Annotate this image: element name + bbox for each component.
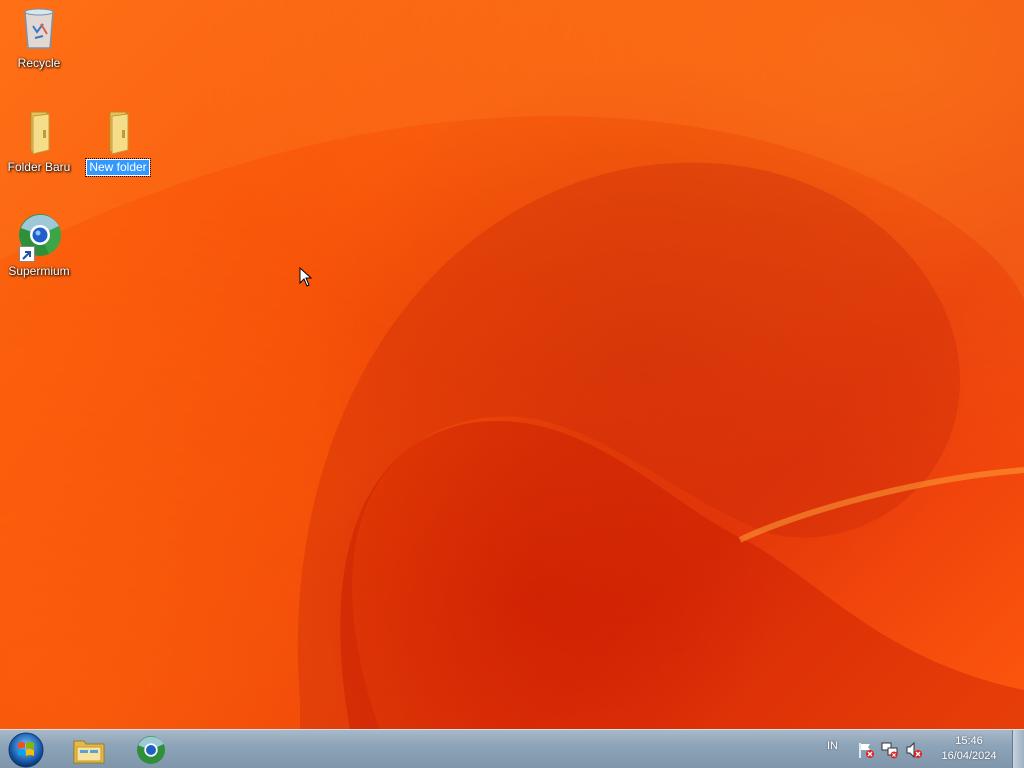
desktop-icon-label: Folder Baru [7, 160, 71, 174]
taskbar-supermium-button[interactable] [122, 732, 180, 767]
action-center-flag-icon[interactable] [857, 741, 875, 759]
rename-text-field[interactable]: New folder [85, 158, 151, 177]
clock-time: 15:46 [955, 735, 983, 747]
taskbar-explorer-button[interactable] [60, 732, 118, 767]
recycle-bin-desktop-icon[interactable]: Recycle [0, 4, 78, 71]
desktop-icon-label: Supermium [8, 264, 70, 278]
folder-icon [15, 108, 63, 156]
folder-icon [73, 740, 105, 763]
system-clock[interactable]: 15:46 16/04/2024 [932, 734, 1006, 764]
language-indicator[interactable]: IN [827, 740, 838, 752]
volume-muted-icon[interactable] [905, 741, 923, 759]
windows-logo-icon [8, 732, 44, 768]
mouse-cursor-icon [299, 267, 313, 287]
supermium-browser-icon [137, 735, 165, 764]
clock-date: 16/04/2024 [941, 750, 997, 762]
show-desktop-button[interactable] [1012, 730, 1024, 768]
desktop-icon-label: Recycle [17, 56, 61, 70]
network-icon[interactable] [881, 741, 899, 759]
recycle-bin-icon [15, 4, 63, 52]
new-folder-desktop-icon[interactable]: New folder [79, 108, 157, 177]
supermium-desktop-icon[interactable]: Supermium [0, 212, 78, 279]
folder-icon [94, 108, 142, 156]
start-button[interactable] [6, 731, 48, 768]
taskbar: IN 15:46 16/04/2024 [0, 729, 1024, 768]
shortcut-arrow-icon [19, 246, 35, 262]
folder-baru-desktop-icon[interactable]: Folder Baru [0, 108, 78, 175]
supermium-browser-icon [15, 212, 63, 262]
